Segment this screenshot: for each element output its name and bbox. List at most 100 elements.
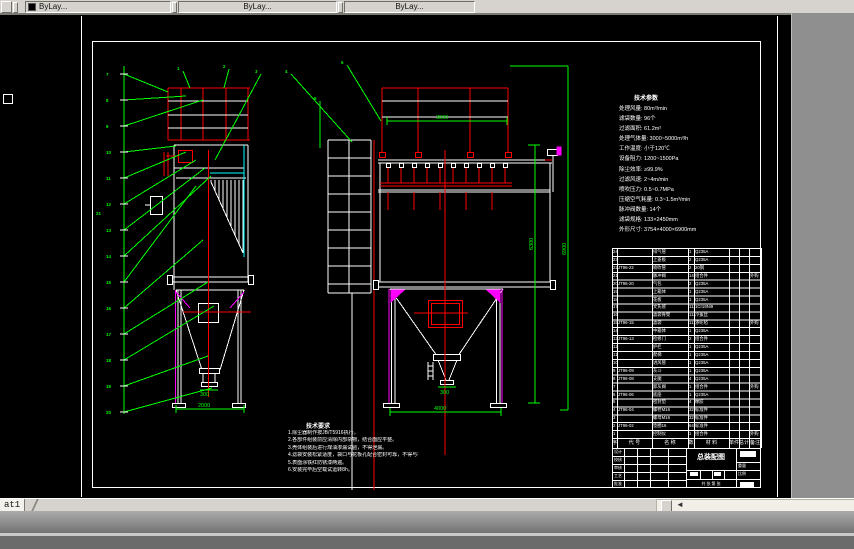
balloon-number: 13	[106, 228, 112, 233]
balloon-number: 19	[106, 384, 112, 389]
tech-note-line: 1.除尘器制作按JB/T5916执行。	[288, 430, 418, 437]
label-weight: 重量	[738, 462, 746, 470]
bom-cell: 涤纶毡	[694, 319, 730, 327]
label-sheet: 共 张 第 张	[688, 480, 734, 488]
balloon-number: 15	[106, 280, 112, 285]
bom-cell: Q235A	[694, 391, 730, 399]
layout-tab-strip: at1 ◄	[0, 498, 854, 512]
dim-top: 3000	[436, 115, 448, 121]
balloon-number: 8	[106, 98, 109, 103]
bom-cell: 外购	[749, 319, 762, 327]
bom-cell: 冷拔丝	[694, 311, 730, 319]
bom-cell: 组合件	[694, 272, 730, 280]
bom-cell: JT96-08	[617, 375, 653, 383]
dim-height2: 6900	[562, 243, 568, 255]
label-design: 设计	[614, 448, 622, 456]
balloon-number: 9	[106, 124, 109, 129]
dim-height1: 6300	[529, 238, 535, 250]
signature-blob	[740, 451, 756, 457]
bom-cell: 外购	[749, 430, 762, 438]
bom-cell: 脉冲阀	[652, 272, 689, 280]
bom-cell: 12	[612, 343, 618, 351]
bom-cell: 10	[612, 359, 618, 367]
dim-spout: 300	[440, 390, 449, 396]
bom-cell: 外购	[749, 383, 762, 391]
dim-left-spout: 300	[200, 392, 209, 398]
bom-cell: 螺栓M16	[652, 406, 689, 414]
balloon-number: 16	[106, 306, 112, 311]
balloon-number: 20	[106, 410, 112, 415]
drawing-title: 总装配图	[687, 452, 735, 462]
bom-cell: Q235A	[694, 280, 730, 288]
signature-blob	[740, 482, 754, 487]
bom-cell: Q235A	[694, 288, 730, 296]
signature-blob	[714, 472, 721, 476]
tech-param-line: 喷吹压力: 0.5~0.7MPa	[619, 185, 769, 195]
tech-param-line: 外形尺寸: 3754×4000×6900mm	[619, 225, 769, 235]
bom-cell: 21	[612, 272, 618, 280]
bom-cell: 16	[612, 311, 618, 319]
bom-cell: 组合件	[694, 335, 730, 343]
tech-param-line: 除尘效率: ≥99.9%	[619, 165, 769, 175]
bom-cell: 上盖板	[652, 256, 689, 264]
bom-cell: 底座	[652, 391, 689, 399]
bom-header-cell: 备注	[749, 438, 761, 448]
bom-cell: 螺母M16	[652, 414, 689, 422]
tech-param-line: 处理气体量: 3000~5000m³/h	[619, 134, 769, 144]
balloon-number: 4	[285, 69, 288, 74]
tech-note-line: 5.表面涂铁红防锈漆两遍。	[288, 460, 418, 467]
filter-bags	[211, 180, 243, 253]
bom-cell: 24	[612, 248, 618, 256]
bom-header-cell: 代 号	[617, 438, 652, 448]
balloon-number: 3	[255, 69, 258, 74]
bom-cell: 14	[612, 327, 618, 335]
bom-cell: 灰斗	[652, 367, 689, 375]
tech-notes-list: 1.除尘器制作按JB/T5916执行。2.各部件组装前应清除内部杂物，结合面应平…	[288, 430, 418, 474]
dim-right-bottom: 4000	[434, 406, 446, 412]
balloon-number: 7	[106, 72, 109, 77]
tech-param-line: 处理风量: 80m³/min	[619, 104, 769, 114]
cad-application-window: ByLay... ByLay... ByLay...	[0, 0, 854, 549]
tech-param-line: 滤袋数量: 96个	[619, 114, 769, 124]
bom-cell: Q235A	[694, 351, 730, 359]
tech-param-line: 过滤面积: 61.2m²	[619, 124, 769, 134]
balloon-number: 6	[341, 60, 344, 65]
tech-param-line: 工作温度: 小于120℃	[619, 144, 769, 154]
balloon-number: 12	[106, 202, 112, 207]
balloon-numbers: 123456789101112131415161718192021	[96, 60, 344, 415]
label-process: 工艺	[614, 472, 622, 480]
signature-blob	[690, 472, 698, 476]
bom-cell: 组合件	[694, 430, 730, 438]
tech-note-line: 3.壳体组装后进行煤油渗漏试验，不得泄漏。	[288, 445, 418, 452]
bom-cell: JT96-15	[617, 319, 653, 327]
bom-cell: 喷吹管	[652, 264, 689, 272]
tech-param-line: 设备阻力: 1200~1500Pa	[619, 154, 769, 164]
balloon-number: 1	[177, 66, 180, 71]
label-approve: 批准	[614, 480, 622, 488]
balloon-number: 5	[314, 96, 317, 101]
bom-cell: 花板	[652, 296, 689, 304]
bom-cell: 18	[612, 296, 618, 304]
bom-cell: 组合件	[694, 383, 730, 391]
balloon-number: 11	[106, 176, 111, 181]
tech-note-line: 6.安装完毕后空载试运转8h。	[288, 467, 418, 474]
bom-cell: 橡胶	[694, 398, 730, 406]
bom-cell: 标准件	[694, 414, 730, 422]
scroll-left-arrow-icon[interactable]: ◄	[675, 500, 685, 510]
bom-cell: Q235A	[694, 343, 730, 351]
tech-notes-title: 技术要求	[306, 421, 330, 430]
bom-cell: JT96-09	[617, 367, 653, 375]
bom-cell: 垫圈16	[652, 422, 689, 430]
bom-cell: Q235A	[694, 367, 730, 375]
bom-cell: 上箱体	[652, 288, 689, 296]
bom-cell: 密封垫	[652, 398, 689, 406]
balloon-number: 21	[96, 211, 102, 216]
balloon-number: 10	[106, 150, 112, 155]
tech-param-line: 过滤风速: 2~4m/min	[619, 175, 769, 185]
tech-param-line: 压缩空气耗量: 0.3~1.5m³/min	[619, 195, 769, 205]
tech-param-line: 滤袋规格: 133×2450mm	[619, 215, 769, 225]
pulse-valves	[380, 164, 512, 211]
label-check: 校核	[614, 456, 622, 464]
bom-header-cell: 单件	[729, 438, 739, 448]
bom-header-cell: 名 称	[652, 438, 688, 448]
